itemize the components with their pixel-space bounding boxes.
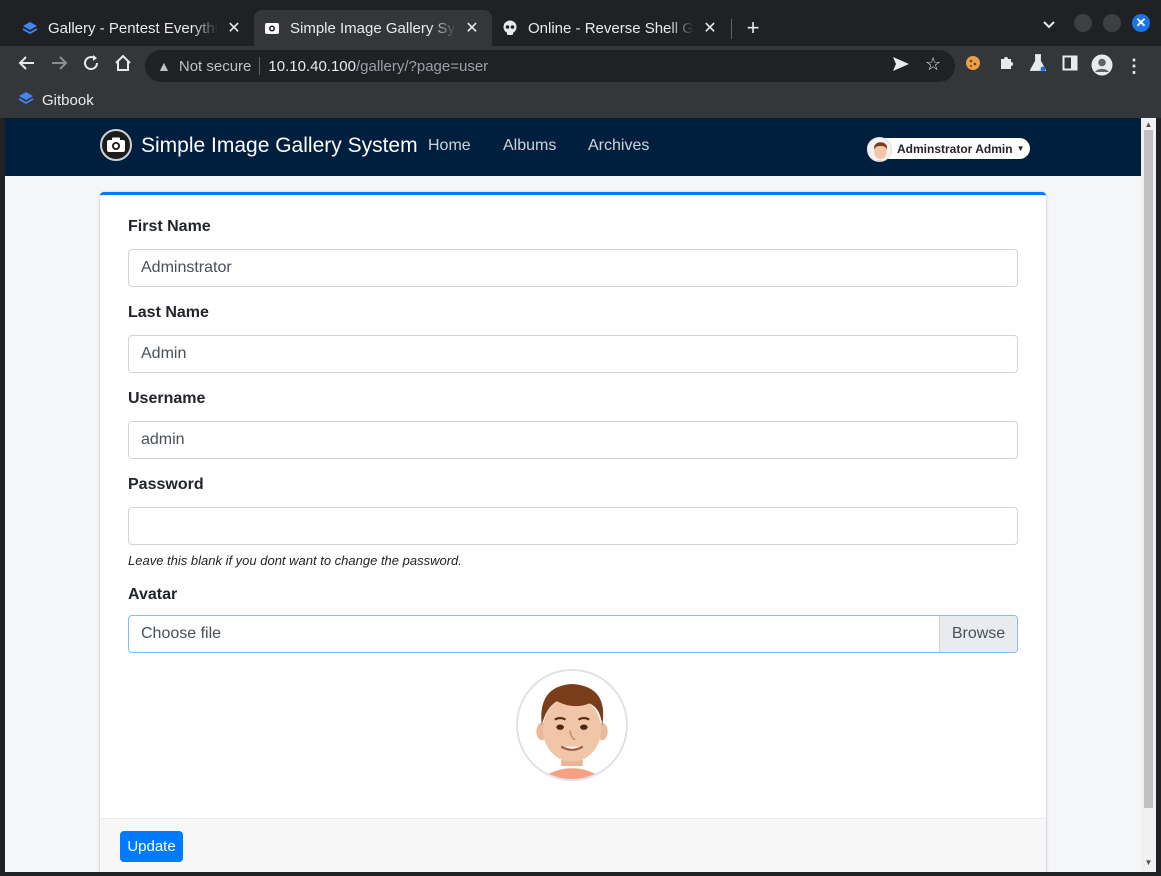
last-name-input[interactable]: Admin bbox=[128, 335, 1018, 373]
brand-title[interactable]: Simple Image Gallery System bbox=[141, 134, 418, 158]
warning-triangle-icon: ▲ bbox=[157, 58, 171, 74]
gitbook-icon bbox=[22, 20, 38, 36]
maximize-button[interactable] bbox=[1103, 14, 1121, 32]
address-divider bbox=[259, 57, 261, 75]
avatar-file-input[interactable]: Choose file Browse bbox=[128, 615, 1018, 653]
close-icon[interactable]: ✕ bbox=[462, 18, 482, 38]
send-icon[interactable] bbox=[892, 56, 910, 77]
avatar-label: Avatar bbox=[128, 586, 178, 603]
username-input[interactable]: admin bbox=[128, 421, 1018, 459]
labs-flask-icon[interactable] bbox=[1026, 54, 1050, 78]
first-name-label: First Name bbox=[128, 218, 211, 235]
bookmark-label: Gitbook bbox=[42, 91, 94, 109]
update-button[interactable]: Update bbox=[120, 831, 183, 862]
url-path: /gallery/?page=user bbox=[356, 57, 489, 75]
home-icon[interactable] bbox=[111, 54, 135, 78]
password-label: Password bbox=[128, 476, 204, 493]
address-bar[interactable]: ▲ Not secure 10.10.40.100/gallery/?page=… bbox=[145, 50, 955, 82]
nav-home[interactable]: Home bbox=[428, 137, 471, 155]
browser-toolbar: ▲ Not secure 10.10.40.100/gallery/?page=… bbox=[0, 46, 1161, 86]
scroll-up-icon[interactable]: ▲ bbox=[1144, 120, 1153, 130]
bookmark-gitbook[interactable]: Gitbook bbox=[18, 91, 94, 109]
page-viewport: Simple Image Gallery System Home Albums … bbox=[5, 118, 1141, 872]
forward-arrow-icon[interactable] bbox=[47, 54, 71, 78]
user-avatar[interactable] bbox=[867, 137, 892, 162]
side-panel-icon[interactable] bbox=[1058, 54, 1082, 78]
gitbook-icon bbox=[18, 91, 34, 109]
card-footer: Update bbox=[100, 818, 1046, 872]
last-name-label: Last Name bbox=[128, 304, 209, 321]
extensions-puzzle-icon[interactable] bbox=[994, 54, 1018, 78]
password-help-text: Leave this blank if you dont want to cha… bbox=[128, 553, 462, 568]
window-close-button[interactable]: ✕ bbox=[1132, 14, 1150, 32]
back-arrow-icon[interactable] bbox=[15, 54, 39, 78]
tab-simple-image-gallery[interactable]: Simple Image Gallery System ✕ bbox=[254, 10, 492, 46]
new-tab-button[interactable]: + bbox=[741, 15, 765, 41]
scrollbar-thumb[interactable] bbox=[1144, 130, 1153, 808]
avatar-preview-image bbox=[516, 669, 628, 781]
caret-down-icon: ▼ bbox=[1016, 144, 1025, 153]
profile-avatar-icon[interactable] bbox=[1090, 54, 1114, 78]
url-host: 10.10.40.100 bbox=[268, 57, 356, 75]
tab-divider bbox=[731, 19, 732, 39]
first-name-input[interactable]: Adminstrator bbox=[128, 249, 1018, 287]
tab-gallery-pentest[interactable]: Gallery - Pentest Everything ✕ bbox=[0, 10, 254, 46]
menu-dots-icon[interactable]: ⋮ bbox=[1122, 54, 1146, 78]
tab-title: Simple Image Gallery System bbox=[290, 19, 456, 37]
bookmark-star-icon[interactable]: ☆ bbox=[925, 54, 941, 75]
top-navbar: Simple Image Gallery System Home Albums … bbox=[5, 118, 1141, 176]
user-name: Adminstrator Admin bbox=[897, 141, 1013, 156]
brand-camera-logo[interactable] bbox=[100, 129, 132, 161]
nav-archives[interactable]: Archives bbox=[588, 137, 649, 155]
tab-reverse-shell[interactable]: Online - Reverse Shell Generator ✕ bbox=[492, 10, 730, 46]
file-placeholder: Choose file bbox=[141, 625, 222, 642]
scroll-down-icon[interactable]: ▼ bbox=[1144, 858, 1153, 868]
tab-search-chevron-icon[interactable] bbox=[1042, 17, 1056, 33]
nav-albums[interactable]: Albums bbox=[503, 137, 556, 155]
username-label: Username bbox=[128, 390, 206, 407]
tab-title: Online - Reverse Shell Generator bbox=[528, 19, 694, 37]
browse-button[interactable]: Browse bbox=[939, 616, 1017, 652]
security-status: Not secure bbox=[178, 57, 252, 75]
tab-title: Gallery - Pentest Everything bbox=[48, 19, 218, 37]
camera-icon bbox=[264, 20, 280, 36]
bookmarks-bar: Gitbook bbox=[0, 86, 1161, 118]
close-icon[interactable]: ✕ bbox=[224, 18, 244, 38]
extension-cookie-icon[interactable] bbox=[961, 54, 985, 78]
tab-strip: Gallery - Pentest Everything ✕ Simple Im… bbox=[0, 0, 1161, 46]
reload-icon[interactable] bbox=[79, 54, 103, 78]
minimize-button[interactable] bbox=[1074, 14, 1092, 32]
password-input[interactable] bbox=[128, 507, 1018, 545]
skull-icon bbox=[502, 20, 518, 36]
page-scrollbar[interactable]: ▲ ▼ bbox=[1141, 118, 1156, 872]
close-icon[interactable]: ✕ bbox=[700, 18, 720, 38]
user-settings-card: First Name Adminstrator Last Name Admin … bbox=[100, 192, 1046, 872]
